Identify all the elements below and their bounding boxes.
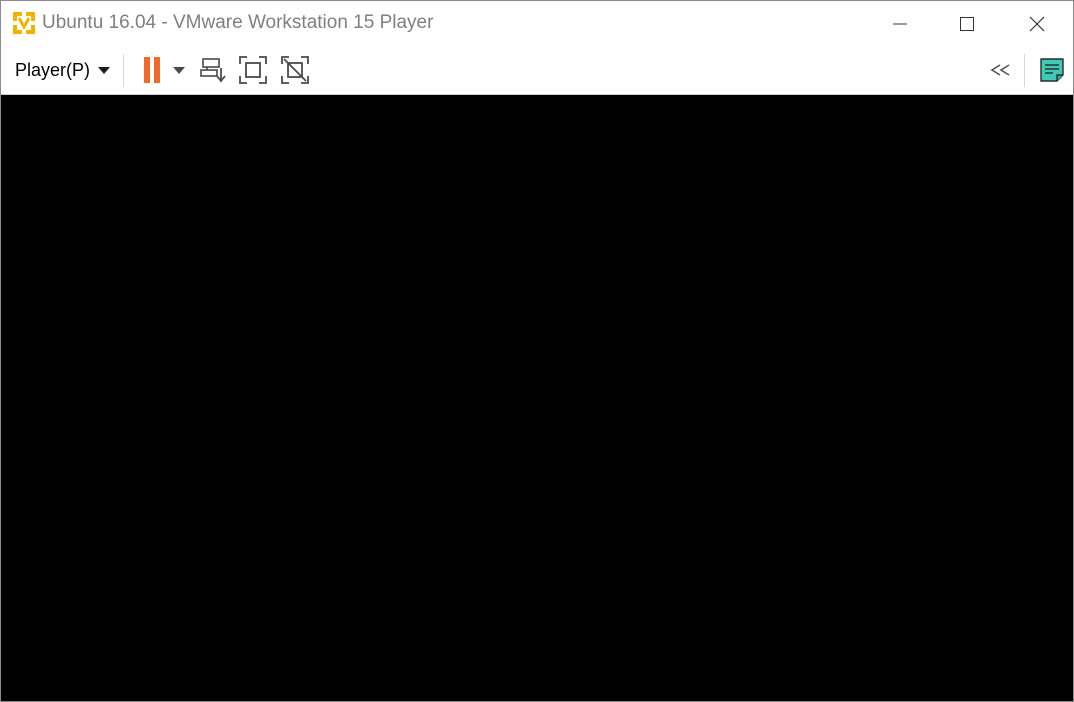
pause-icon [142, 57, 162, 83]
fullscreen-icon [239, 56, 267, 84]
maximize-icon [960, 16, 974, 31]
player-toolbar: Player(P) [1, 46, 1073, 94]
power-options-dropdown[interactable] [169, 54, 189, 86]
close-button[interactable] [1014, 1, 1060, 46]
toolbar-separator [1024, 54, 1025, 87]
chevron-down-icon [173, 66, 185, 74]
window-title: Ubuntu 16.04 - VMware Workstation 15 Pla… [42, 12, 434, 33]
double-chevron-left-icon [990, 64, 1010, 76]
message-log-button[interactable] [1037, 54, 1067, 86]
vmware-player-window: Ubuntu 16.04 - VMware Workstation 15 Pla… [0, 0, 1074, 702]
minimize-button[interactable] [877, 1, 923, 46]
unity-button[interactable] [279, 54, 311, 86]
pause-button[interactable] [139, 54, 165, 86]
minimize-icon [893, 23, 907, 24]
collapse-toolbar-button[interactable] [987, 54, 1015, 86]
title-bar[interactable]: Ubuntu 16.04 - VMware Workstation 15 Pla… [1, 1, 1073, 46]
unity-disabled-icon [281, 56, 309, 84]
notes-icon [1040, 58, 1064, 82]
send-keys-icon [200, 58, 226, 83]
toolbar-separator [123, 54, 124, 87]
full-screen-button[interactable] [237, 54, 269, 86]
player-menu-label: Player(P) [15, 59, 91, 80]
player-menu[interactable]: Player(P) [9, 54, 116, 86]
maximize-button[interactable] [944, 1, 990, 46]
vm-display[interactable] [1, 95, 1073, 701]
send-ctrl-alt-del-button[interactable] [197, 54, 229, 86]
vmware-player-icon [12, 11, 36, 35]
close-icon [1029, 16, 1045, 31]
chevron-down-icon [98, 66, 111, 74]
